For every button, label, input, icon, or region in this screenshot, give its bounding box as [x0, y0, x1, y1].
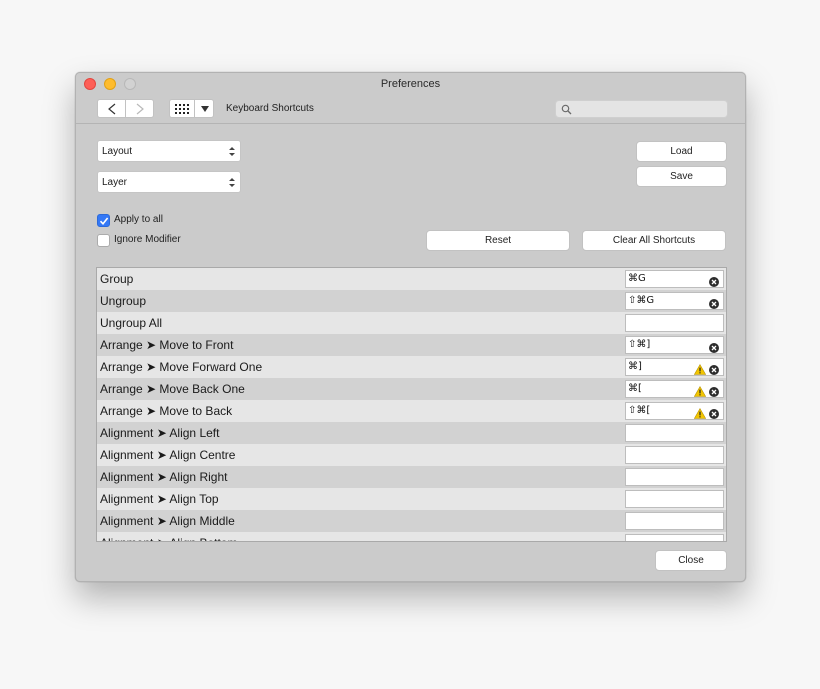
command-name: Alignment ➤ Align Top: [100, 492, 219, 506]
shortcut-keys: ⇧⌘[: [628, 405, 651, 416]
forward-button[interactable]: [125, 99, 154, 118]
load-button[interactable]: Load: [636, 141, 727, 162]
shortcut-field[interactable]: ⌘[: [625, 380, 724, 398]
command-name: Arrange ➤ Move Back One: [100, 382, 245, 396]
shortcut-field[interactable]: ⌘]: [625, 358, 724, 376]
shortcut-keys: ⇧⌘]: [628, 339, 651, 350]
apply-to-all-label: Apply to all: [114, 214, 163, 225]
page-heading: Keyboard Shortcuts: [226, 103, 314, 114]
show-all-button[interactable]: [169, 99, 195, 118]
apply-to-all-checkbox[interactable]: [97, 214, 110, 227]
clear-all-shortcuts-button[interactable]: Clear All Shortcuts: [582, 230, 726, 251]
shortcut-keys: ⌘]: [628, 361, 642, 372]
updown-arrows-icon: [229, 178, 235, 187]
shortcut-row[interactable]: Group ⌘G: [97, 268, 726, 290]
shortcut-row[interactable]: Alignment ➤ Align Left: [97, 422, 726, 444]
shortcut-row[interactable]: Arrange ➤ Move Back One ⌘[: [97, 378, 726, 400]
close-button[interactable]: Close: [655, 550, 727, 571]
command-name: Arrange ➤ Move to Back: [100, 404, 233, 418]
back-button[interactable]: [97, 99, 126, 118]
layout-select[interactable]: Layout: [97, 140, 241, 162]
shortcut-field[interactable]: [625, 468, 724, 486]
window-title: Preferences: [380, 78, 441, 90]
search-icon: [561, 104, 572, 115]
command-name: Alignment ➤ Align Bottom: [100, 536, 237, 541]
shortcut-row[interactable]: Ungroup ⇧⌘G: [97, 290, 726, 312]
shortcut-row[interactable]: Arrange ➤ Move Forward One ⌘]: [97, 356, 726, 378]
command-name: Alignment ➤ Align Left: [100, 426, 220, 440]
grid-icon: [175, 104, 189, 114]
shortcut-list[interactable]: Group ⌘G Ungroup ⇧⌘G Ungroup All Arrange ➤ Mo…: [96, 267, 727, 542]
command-name: Alignment ➤ Align Middle: [100, 514, 235, 528]
command-name: Alignment ➤ Align Centre: [100, 448, 236, 462]
layer-select-value: Layer: [102, 177, 128, 188]
shortcut-keys: ⇧⌘G: [628, 295, 655, 306]
shortcut-field[interactable]: ⌘G: [625, 270, 724, 288]
shortcut-row[interactable]: Alignment ➤ Align Top: [97, 488, 726, 510]
ignore-modifier-checkbox[interactable]: [97, 234, 110, 247]
shortcut-row[interactable]: Alignment ➤ Align Right: [97, 466, 726, 488]
command-name: Alignment ➤ Align Right: [100, 470, 228, 484]
title-bar: Preferences Keyboard Shortcuts: [76, 73, 745, 124]
command-name: Group: [100, 272, 134, 286]
chevron-right-icon: [136, 103, 144, 115]
shortcut-field[interactable]: ⇧⌘]: [625, 336, 724, 354]
ignore-modifier-label: Ignore Modifier: [114, 234, 181, 245]
shortcut-keys: ⌘[: [628, 383, 642, 394]
save-button[interactable]: Save: [636, 166, 727, 187]
shortcut-row[interactable]: Arrange ➤ Move to Front ⇧⌘]: [97, 334, 726, 356]
checkmark-icon: [99, 217, 109, 226]
shortcut-row[interactable]: Alignment ➤ Align Bottom: [97, 532, 726, 541]
command-name: Arrange ➤ Move to Front: [100, 338, 234, 352]
search-field[interactable]: [555, 100, 728, 118]
shortcut-field[interactable]: [625, 512, 724, 530]
search-input[interactable]: [574, 102, 724, 116]
shortcut-row[interactable]: Alignment ➤ Align Middle: [97, 510, 726, 532]
shortcut-keys: ⌘G: [628, 273, 646, 284]
layer-select[interactable]: Layer: [97, 171, 241, 193]
shortcut-field[interactable]: ⇧⌘G: [625, 292, 724, 310]
show-all-dropdown[interactable]: [194, 99, 214, 118]
shortcut-field[interactable]: [625, 314, 724, 332]
shortcut-field[interactable]: [625, 534, 724, 541]
updown-arrows-icon: [229, 147, 235, 156]
shortcut-row[interactable]: Ungroup All: [97, 312, 726, 334]
shortcut-field[interactable]: [625, 446, 724, 464]
command-name: Ungroup: [100, 294, 147, 308]
preferences-window: Preferences Keyboard Shortcuts Layout La…: [75, 72, 746, 582]
triangle-down-icon: [201, 106, 209, 112]
command-name: Arrange ➤ Move Forward One: [100, 360, 263, 374]
shortcut-row[interactable]: Alignment ➤ Align Centre: [97, 444, 726, 466]
shortcut-field[interactable]: ⇧⌘[: [625, 402, 724, 420]
reset-button[interactable]: Reset: [426, 230, 570, 251]
layout-select-value: Layout: [102, 146, 133, 157]
shortcut-field[interactable]: [625, 424, 724, 442]
shortcut-field[interactable]: [625, 490, 724, 508]
command-name: Ungroup All: [100, 316, 163, 330]
shortcut-row[interactable]: Arrange ➤ Move to Back ⇧⌘[: [97, 400, 726, 422]
chevron-left-icon: [108, 103, 116, 115]
